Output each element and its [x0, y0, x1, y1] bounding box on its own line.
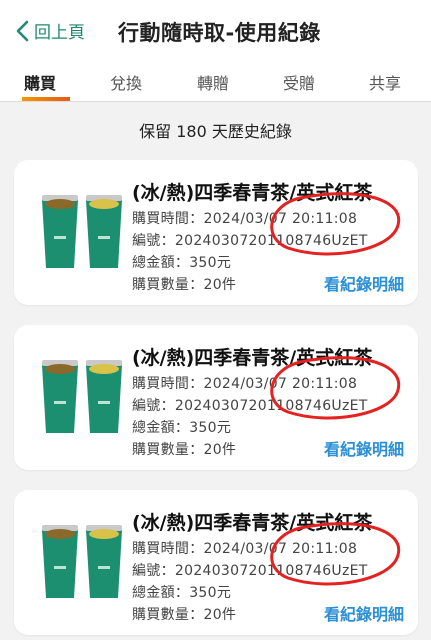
record-card[interactable]: (冰/熱)四季春青茶/英式紅茶 購買時間：2024/03/07 20:11:08… [14, 490, 418, 635]
record-card[interactable]: (冰/熱)四季春青茶/英式紅茶 購買時間：2024/03/07 20:11:08… [14, 160, 418, 305]
tab-share[interactable]: 共享 [369, 70, 401, 94]
view-detail-link[interactable]: 看紀錄明細 [324, 271, 404, 295]
purchase-time: 購買時間：2024/03/07 20:11:08 [132, 211, 358, 227]
drink-cups-image [42, 360, 122, 433]
chevron-left-icon [16, 20, 29, 41]
total-amount: 總金額：350元 [132, 420, 232, 436]
purchase-quantity: 購買數量：20件 [132, 607, 237, 623]
active-tab-indicator [22, 97, 70, 101]
product-name: (冰/熱)四季春青茶/英式紅茶 [132, 347, 373, 369]
product-name: (冰/熱)四季春青茶/英式紅茶 [132, 512, 373, 534]
total-amount: 總金額：350元 [132, 255, 232, 271]
page-title: 行動隨時取-使用紀錄 [118, 21, 321, 45]
view-detail-link[interactable]: 看紀錄明細 [324, 601, 404, 625]
record-card[interactable]: (冰/熱)四季春青茶/英式紅茶 購買時間：2024/03/07 20:11:08… [14, 325, 418, 470]
retention-note: 保留 180 天歷史紀錄 [139, 122, 292, 141]
tab-purchase[interactable]: 購買 [24, 70, 56, 94]
purchase-quantity: 購買數量：20件 [132, 277, 237, 293]
view-detail-link[interactable]: 看紀錄明細 [324, 436, 404, 460]
serial-number: 編號：20240307201108746UzET [132, 398, 368, 414]
drink-cups-image [42, 195, 122, 268]
tab-bar: 購買 兌換 轉贈 受贈 共享 [0, 62, 431, 102]
serial-number: 編號：20240307201108746UzET [132, 563, 368, 579]
total-amount: 總金額：350元 [132, 585, 232, 601]
tab-redeem[interactable]: 兌換 [110, 70, 142, 94]
app-header: 回上頁 行動隨時取-使用紀錄 [0, 0, 431, 62]
purchase-quantity: 購買數量：20件 [132, 442, 237, 458]
tab-received[interactable]: 受贈 [283, 70, 315, 94]
product-name: (冰/熱)四季春青茶/英式紅茶 [132, 182, 373, 204]
serial-number: 編號：20240307201108746UzET [132, 233, 368, 249]
drink-cups-image [42, 525, 122, 598]
back-label: 回上頁 [34, 23, 85, 43]
purchase-time: 購買時間：2024/03/07 20:11:08 [132, 376, 358, 392]
purchase-time: 購買時間：2024/03/07 20:11:08 [132, 541, 358, 557]
back-button[interactable]: 回上頁 [14, 18, 85, 43]
tab-gift[interactable]: 轉贈 [197, 70, 229, 94]
